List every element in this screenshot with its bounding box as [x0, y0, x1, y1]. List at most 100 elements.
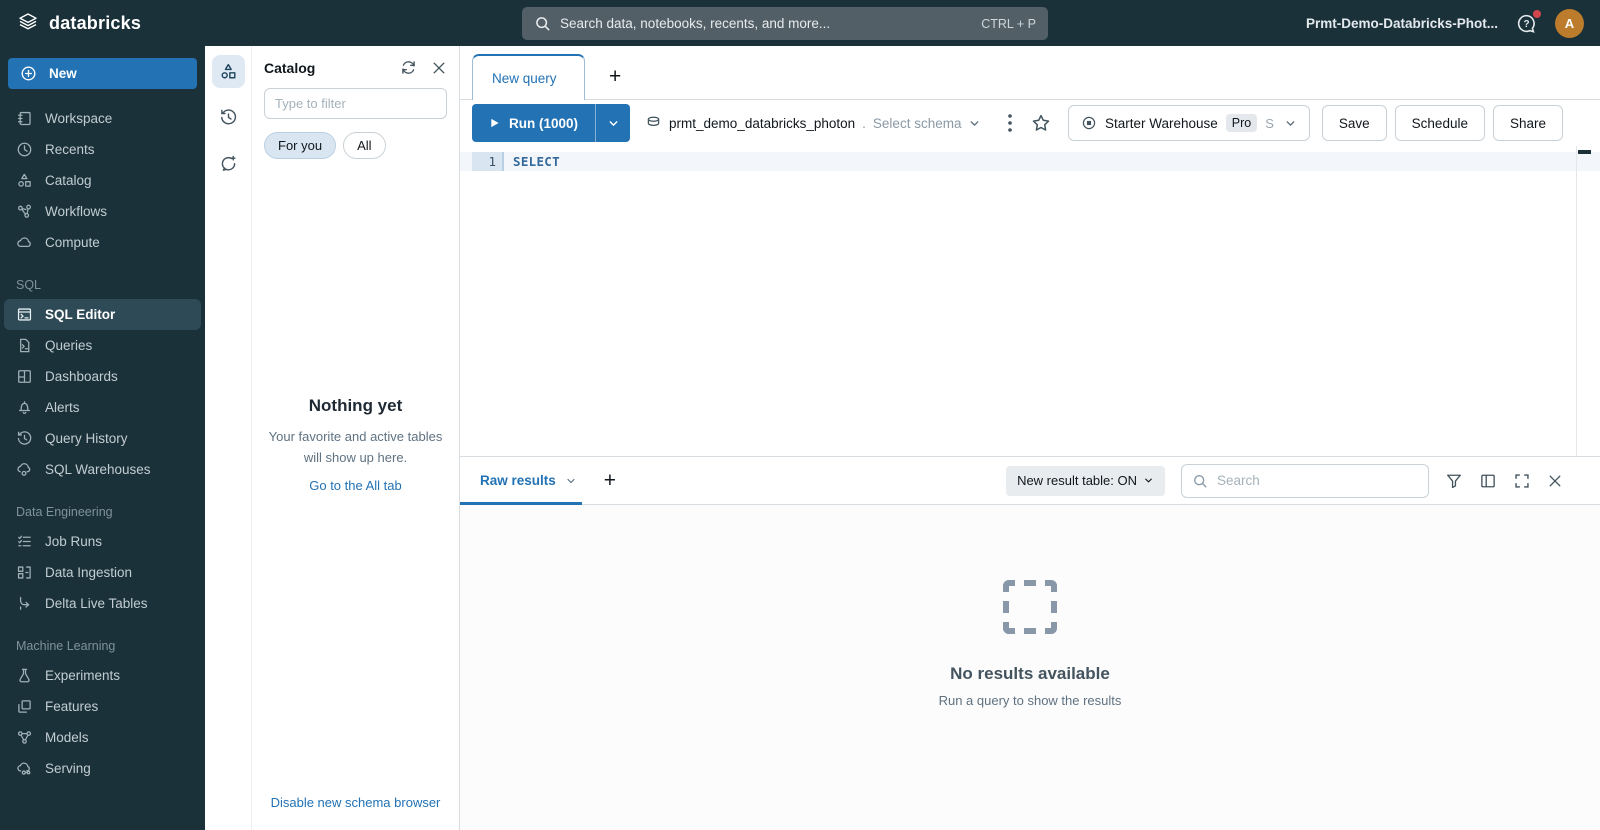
run-button[interactable]: Run (1000): [472, 104, 631, 142]
new-result-table-toggle[interactable]: New result table: ON: [1006, 465, 1165, 496]
schema-filter-input[interactable]: [264, 88, 447, 119]
catalog-separator: .: [862, 115, 866, 131]
models-icon: [16, 729, 33, 746]
tab-new-query[interactable]: New query: [472, 54, 585, 100]
close-results-icon[interactable]: [1547, 473, 1563, 489]
delta-live-tables-icon: [16, 595, 33, 612]
sidebar-item-queries[interactable]: Queries: [4, 330, 201, 361]
global-search-input[interactable]: Search data, notebooks, recents, and mor…: [522, 7, 1048, 40]
sidebar-item-workspace[interactable]: Workspace: [4, 103, 201, 134]
warehouse-tier-badge: Pro: [1225, 114, 1258, 132]
refresh-icon[interactable]: [400, 59, 417, 76]
share-button[interactable]: Share: [1492, 105, 1563, 141]
sidebar-item-job-runs[interactable]: Job Runs: [4, 526, 201, 557]
bell-icon: [16, 399, 33, 416]
databricks-logo[interactable]: databricks: [16, 11, 141, 35]
strip-assistant-button[interactable]: [212, 147, 245, 180]
close-icon[interactable]: [431, 60, 447, 76]
query-tab-label: New query: [492, 70, 557, 86]
filter-icon[interactable]: [1445, 472, 1463, 490]
play-icon: [489, 117, 500, 129]
sidebar-item-experiments[interactable]: Experiments: [4, 660, 201, 691]
sidebar-item-label: Workflows: [45, 204, 108, 219]
sidebar-item-label: Experiments: [45, 668, 121, 683]
sidebar-item-features[interactable]: Features: [4, 691, 201, 722]
history-icon: [219, 108, 238, 127]
sidebar-item-workflows[interactable]: Workflows: [4, 196, 201, 227]
sidebar-item-catalog[interactable]: Catalog: [4, 165, 201, 196]
sidebar-item-serving[interactable]: Serving: [4, 753, 201, 784]
sidebar-item-label: Compute: [45, 235, 100, 250]
sql-keyword: SELECT: [513, 154, 560, 169]
empty-state-title: Nothing yet: [308, 396, 403, 416]
tab-raw-results[interactable]: Raw results: [480, 473, 577, 488]
favorite-star-icon[interactable]: [1029, 113, 1060, 133]
code-line[interactable]: 1 SELECT: [460, 152, 1600, 171]
no-results-subtitle: Run a query to show the results: [938, 692, 1122, 708]
sidebar-item-label: Features: [45, 699, 99, 714]
results-panel: Raw results + New result table: ON Searc…: [460, 456, 1600, 830]
run-options-dropdown[interactable]: [595, 104, 631, 142]
workspace-icon: [16, 110, 33, 127]
cloud-icon: [16, 234, 33, 251]
avatar[interactable]: A: [1555, 8, 1584, 38]
dashed-square-icon: [1002, 579, 1057, 634]
sidebar-item-alerts[interactable]: Alerts: [4, 392, 201, 423]
workspace-name[interactable]: Prmt-Demo-Databricks-Phot...: [1306, 16, 1498, 31]
plus-circle-icon: [20, 65, 37, 82]
strip-catalog-button[interactable]: [211, 55, 245, 88]
editor-scrollbar-thumb[interactable]: [1578, 150, 1591, 154]
sidebar-item-delta-live-tables[interactable]: Delta Live Tables: [4, 588, 201, 619]
fullscreen-icon[interactable]: [1513, 472, 1531, 490]
disable-schema-browser-link[interactable]: Disable new schema browser: [271, 795, 441, 810]
workflows-icon: [16, 203, 33, 220]
go-to-all-tab-link[interactable]: Go to the All tab: [309, 478, 402, 493]
new-button[interactable]: New: [8, 58, 197, 89]
query-tab-bar: New query +: [460, 46, 1600, 100]
help-button[interactable]: ?: [1516, 9, 1541, 34]
select-schema-label: Select schema: [872, 115, 962, 131]
catalog-icon: [16, 172, 33, 189]
strip-history-button[interactable]: [212, 101, 245, 134]
save-button[interactable]: Save: [1321, 105, 1387, 141]
databricks-layers-icon: [16, 11, 40, 35]
sidebar-item-data-ingestion[interactable]: Data Ingestion: [4, 557, 201, 588]
warehouse-size: S: [1265, 115, 1274, 131]
results-body: No results available Run a query to show…: [460, 505, 1600, 830]
add-result-tab-button[interactable]: +: [604, 470, 616, 491]
main-area: New query + Run (1000) prmt_demo_databri…: [460, 46, 1600, 830]
run-button-label: Run (1000): [509, 115, 579, 131]
sidebar-item-label: SQL Editor: [45, 307, 116, 322]
sidebar-item-query-history[interactable]: Query History: [4, 423, 201, 454]
sidebar-item-label: Dashboards: [45, 369, 118, 384]
warehouse-selector[interactable]: Starter Warehouse Pro S: [1067, 105, 1310, 141]
sidebar-item-sql-editor[interactable]: SQL Editor: [4, 299, 201, 330]
side-panel-icon[interactable]: [1479, 472, 1497, 490]
catalog-schema-selector[interactable]: prmt_demo_databricks_photon . Select sch…: [645, 115, 981, 132]
sidebar-item-label: Catalog: [45, 173, 92, 188]
sidebar-item-label: Job Runs: [45, 534, 103, 549]
chevron-down-icon: [1143, 475, 1154, 486]
sidebar-item-recents[interactable]: Recents: [4, 134, 201, 165]
sidebar-item-label: Recents: [45, 142, 95, 157]
job-runs-icon: [16, 533, 33, 550]
results-search-input[interactable]: [1217, 473, 1418, 488]
results-header: Raw results + New result table: ON: [460, 457, 1600, 505]
chevron-down-icon: [968, 117, 981, 130]
sql-code-editor[interactable]: 1 SELECT: [460, 146, 1600, 456]
serving-icon: [16, 760, 33, 777]
sidebar-item-label: Models: [45, 730, 89, 745]
add-query-tab-button[interactable]: +: [609, 66, 621, 87]
sidebar-item-label: Data Ingestion: [45, 565, 133, 580]
sidebar-item-sql-warehouses[interactable]: SQL Warehouses: [4, 454, 201, 485]
section-data-engineering: Data Engineering: [16, 505, 113, 519]
results-search-box[interactable]: [1181, 463, 1429, 498]
chevron-down-icon: [607, 117, 620, 130]
sidebar-item-models[interactable]: Models: [4, 722, 201, 753]
more-options-kebab[interactable]: [999, 114, 1021, 132]
sidebar-item-compute[interactable]: Compute: [4, 227, 201, 258]
toggle-label: New result table: ON: [1017, 473, 1137, 488]
catalog-name: prmt_demo_databricks_photon: [669, 115, 856, 131]
sidebar-item-dashboards[interactable]: Dashboards: [4, 361, 201, 392]
schedule-button[interactable]: Schedule: [1394, 105, 1485, 141]
